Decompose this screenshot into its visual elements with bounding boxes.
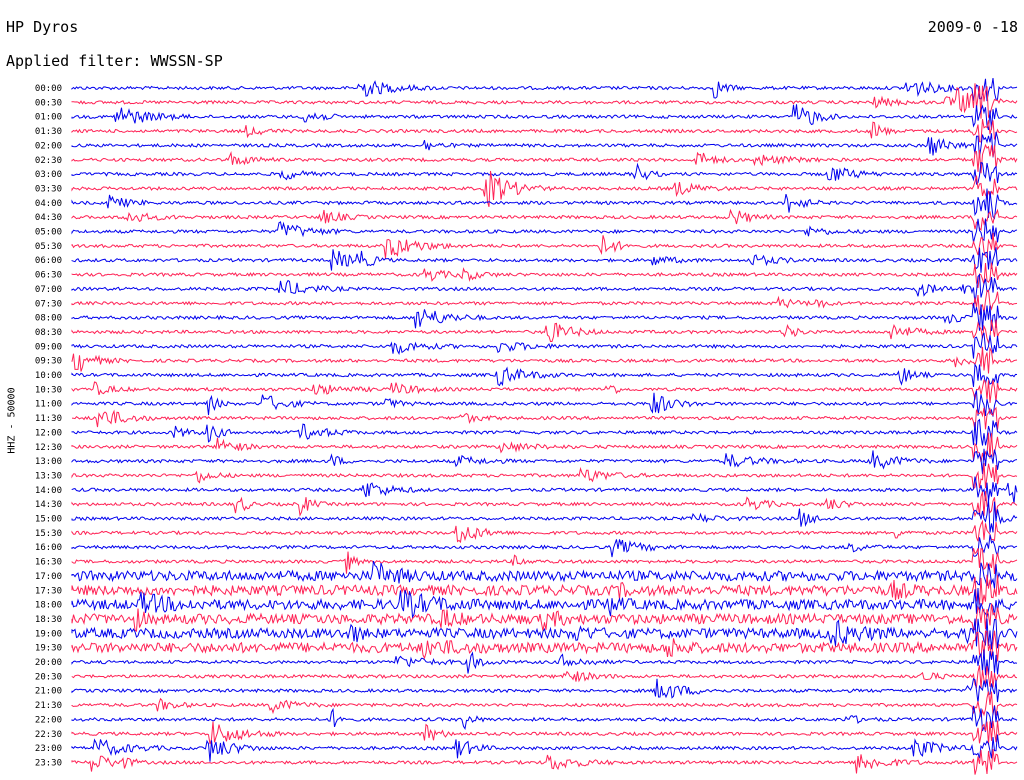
trace-line xyxy=(71,379,1018,403)
row-label: 02:00 xyxy=(35,141,62,151)
row-label: 16:00 xyxy=(35,543,62,553)
trace-line xyxy=(71,574,1018,605)
trace-line xyxy=(71,78,1018,102)
row-label: 17:00 xyxy=(35,572,62,582)
row-label: 00:00 xyxy=(35,84,62,94)
row-label: 06:30 xyxy=(35,271,62,281)
row-label: 20:30 xyxy=(35,672,62,682)
row-label: 03:00 xyxy=(35,170,62,180)
row-label: 03:30 xyxy=(35,184,62,194)
row-label: 04:30 xyxy=(35,213,62,223)
row-label: 09:00 xyxy=(35,342,62,352)
trace-line xyxy=(71,218,1018,243)
trace-line xyxy=(71,476,1018,504)
row-label: 04:00 xyxy=(35,199,62,209)
trace-line xyxy=(71,448,1018,475)
trace-line xyxy=(71,273,1018,304)
trace-line xyxy=(71,319,1018,345)
trace-line xyxy=(71,406,1018,431)
trace-line xyxy=(71,491,1018,518)
row-label: 12:30 xyxy=(35,443,62,453)
trace-line xyxy=(71,232,1018,259)
row-label: 21:30 xyxy=(35,701,62,711)
row-label: 22:30 xyxy=(35,730,62,740)
row-label: 15:00 xyxy=(35,515,62,525)
trace-line xyxy=(71,547,1018,575)
trace-line xyxy=(71,749,1018,775)
row-label: 02:30 xyxy=(35,156,62,166)
trace-line xyxy=(71,143,1018,174)
trace-line xyxy=(71,432,1018,463)
row-label: 10:00 xyxy=(35,371,62,381)
row-label: 10:30 xyxy=(35,385,62,395)
trace-line xyxy=(71,519,1018,544)
row-label: 19:00 xyxy=(35,629,62,639)
trace-line xyxy=(71,346,1018,374)
trace-line xyxy=(71,262,1018,289)
row-label: 14:00 xyxy=(35,486,62,496)
row-label: 06:00 xyxy=(35,256,62,266)
trace-line xyxy=(71,463,1018,490)
trace-line xyxy=(71,170,1018,207)
row-label: 23:30 xyxy=(35,758,62,768)
row-label: 08:00 xyxy=(35,314,62,324)
row-label: 18:00 xyxy=(35,601,62,611)
row-label: 05:30 xyxy=(35,242,62,252)
trace-line xyxy=(71,630,1018,662)
row-label: 13:30 xyxy=(35,471,62,481)
trace-line xyxy=(71,188,1018,220)
row-label: 16:30 xyxy=(35,558,62,568)
row-label: 14:30 xyxy=(35,500,62,510)
trace-line xyxy=(71,534,1018,558)
trace-line xyxy=(71,131,1018,158)
row-label: 15:30 xyxy=(35,529,62,539)
row-label: 20:00 xyxy=(35,658,62,668)
row-label: 11:30 xyxy=(35,414,62,424)
row-label: 11:00 xyxy=(35,400,62,410)
trace-line xyxy=(71,665,1018,689)
trace-line xyxy=(71,649,1018,676)
trace-line xyxy=(71,560,1018,589)
trace-line xyxy=(71,161,1018,186)
row-label: 07:00 xyxy=(35,285,62,295)
trace-line xyxy=(71,418,1018,446)
row-label: 05:00 xyxy=(35,228,62,238)
row-label: 21:00 xyxy=(35,687,62,697)
seismogram-plot: 00:00 00:30 01:00 01:30 02:00 02:30 03:00 03:30… xyxy=(35,78,1018,775)
trace-line xyxy=(71,390,1018,417)
row-label: 13:00 xyxy=(35,457,62,467)
row-label: 00:30 xyxy=(35,98,62,108)
row-label: 08:30 xyxy=(35,328,62,338)
trace-line xyxy=(71,208,1018,231)
row-label: 22:00 xyxy=(35,715,62,725)
trace-line xyxy=(71,119,1018,143)
row-label: 07:30 xyxy=(35,299,62,309)
row-label: 12:00 xyxy=(35,428,62,438)
row-label: 19:30 xyxy=(35,644,62,654)
trace-line xyxy=(71,289,1018,315)
row-label: 23:00 xyxy=(35,744,62,754)
trace-line xyxy=(71,363,1018,387)
row-label: 17:30 xyxy=(35,586,62,596)
trace-line xyxy=(71,247,1018,273)
trace-line xyxy=(71,720,1018,745)
trace-line xyxy=(71,332,1018,359)
trace-line xyxy=(71,677,1018,703)
row-label: 18:30 xyxy=(35,615,62,625)
trace-line xyxy=(71,302,1018,332)
row-label: 01:30 xyxy=(35,127,62,137)
trace-line xyxy=(71,691,1018,718)
row-label: 09:30 xyxy=(35,357,62,367)
row-label: 01:00 xyxy=(35,113,62,123)
